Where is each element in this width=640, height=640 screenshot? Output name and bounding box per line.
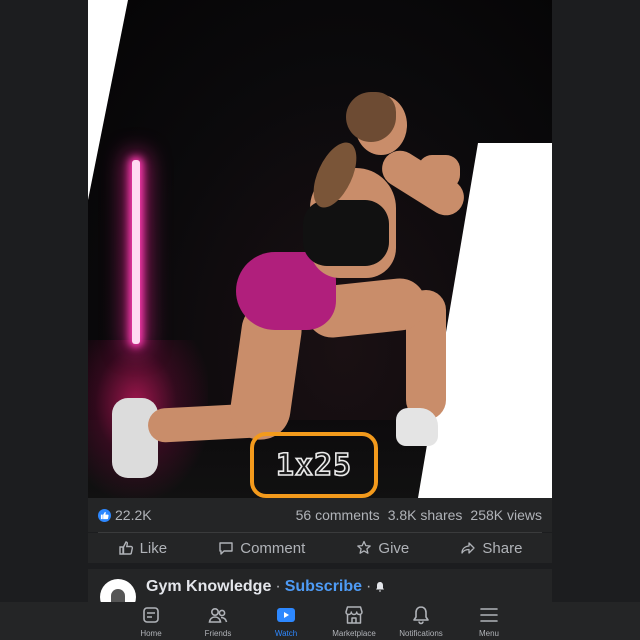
reaction-count[interactable]: 22.2K [115,507,152,523]
subscribe-button[interactable]: Subscribe [285,578,362,596]
nav-menu[interactable]: Menu [449,604,529,638]
post-actions: Like Comment Give Share [88,533,552,563]
back-sneaker [112,398,158,478]
thumbs-up-icon [118,541,133,555]
white-wall-panel-left [88,0,128,200]
neon-light-tube [132,160,140,344]
post-stats-bar: 22.2K 56 comments 3.8K shares 258K views [88,498,552,532]
notification-bell-icon[interactable] [375,581,385,593]
clasped-hands [418,155,460,189]
give-button[interactable]: Give [356,540,409,557]
separator-dot: · [275,578,281,595]
nav-marketplace-label: Marketplace [332,629,376,638]
like-label: Like [139,539,168,557]
comment-icon [219,542,233,555]
give-label: Give [378,539,410,557]
views-count: 258K views [470,507,542,523]
share-label: Share [482,539,523,557]
page-name-row: Gym Knowledge · Subscribe · [146,578,385,596]
black-sports-bra [303,200,389,266]
hair [346,92,396,142]
comment-label: Comment [240,539,306,557]
engagement-counts: 56 comments 3.8K shares 258K views [296,507,542,523]
share-button[interactable]: Share [460,540,522,557]
nav-watch-label: Watch [274,629,298,638]
page-name[interactable]: Gym Knowledge [146,578,271,596]
star-gift-icon [357,540,372,554]
facebook-watch-screen: 1x25 22.2K 56 comments 3.8K shares 258K … [0,0,640,640]
front-sneaker [396,408,438,446]
bell-icon [413,606,429,625]
nav-home-label: Home [140,629,162,638]
video-player[interactable] [88,0,552,498]
separator-dot-2: · [366,578,372,595]
friends-icon [208,608,228,623]
menu-icon [480,608,498,622]
nav-notifications-label: Notifications [399,629,443,638]
rep-count-badge: 1x25 [250,432,378,498]
comments-count[interactable]: 56 comments [296,507,380,523]
next-post-header: Gym Knowledge · Subscribe · [88,569,552,615]
bottom-navigation: Home Friends Watch Marketplace Notificat… [0,602,640,640]
like-button[interactable]: Like [118,539,168,557]
watch-icon [277,608,295,622]
marketplace-icon [345,606,363,624]
home-icon [143,607,159,623]
nav-menu-label: Menu [478,629,499,638]
shares-count[interactable]: 3.8K shares [388,507,463,523]
comment-button[interactable]: Comment [218,540,305,557]
nav-friends-label: Friends [204,629,232,638]
like-reaction-icon [98,508,111,522]
rep-count-text: 1x25 [275,447,353,484]
share-arrow-icon [461,542,476,554]
